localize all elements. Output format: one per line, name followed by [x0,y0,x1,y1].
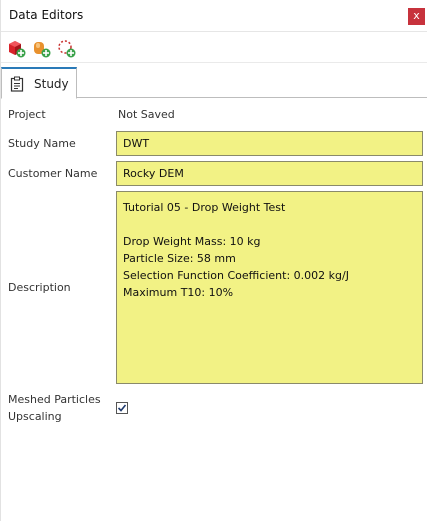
tab-study-label: Study [34,77,69,91]
upscaling-label-line2: Upscaling [8,410,62,423]
title-bar: Data Editors x [1,0,427,32]
window-title: Data Editors [9,8,84,22]
project-value: Not Saved [118,108,175,121]
checkmark-icon [117,404,127,412]
study-name-label: Study Name [8,137,76,150]
description-line: Tutorial 05 - Drop Weight Test [123,201,286,214]
study-name-value: DWT [123,137,150,150]
customer-name-field[interactable]: Rocky DEM [116,161,423,186]
description-line: Particle Size: 58 mm [123,252,236,265]
data-editors-window: Data Editors x Study Project Not Saved S… [0,0,427,521]
customer-name-value: Rocky DEM [123,167,184,180]
toolbar [1,33,427,63]
description-line: Maximum T10: 10% [123,286,234,299]
tab-study[interactable]: Study [1,67,77,99]
description-textarea[interactable]: Tutorial 05 - Drop Weight Test Drop Weig… [116,191,423,384]
description-line: Drop Weight Mass: 10 kg [123,235,261,248]
description-line: Selection Function Coefficient: 0.002 kg… [123,269,349,282]
close-button[interactable]: x [408,8,425,25]
upscaling-label-line1: Meshed Particles [8,393,101,406]
study-name-field[interactable]: DWT [116,131,423,156]
upscaling-checkbox[interactable] [116,402,128,414]
clipboard-icon [10,76,24,96]
add-dotted-selection-icon[interactable] [56,38,76,58]
add-red-cube-icon[interactable] [6,38,26,58]
add-orange-shape-icon[interactable] [31,38,51,58]
description-label: Description [8,281,71,294]
tab-bar: Study [1,64,427,99]
project-label: Project [8,108,46,121]
customer-name-label: Customer Name [8,167,98,180]
